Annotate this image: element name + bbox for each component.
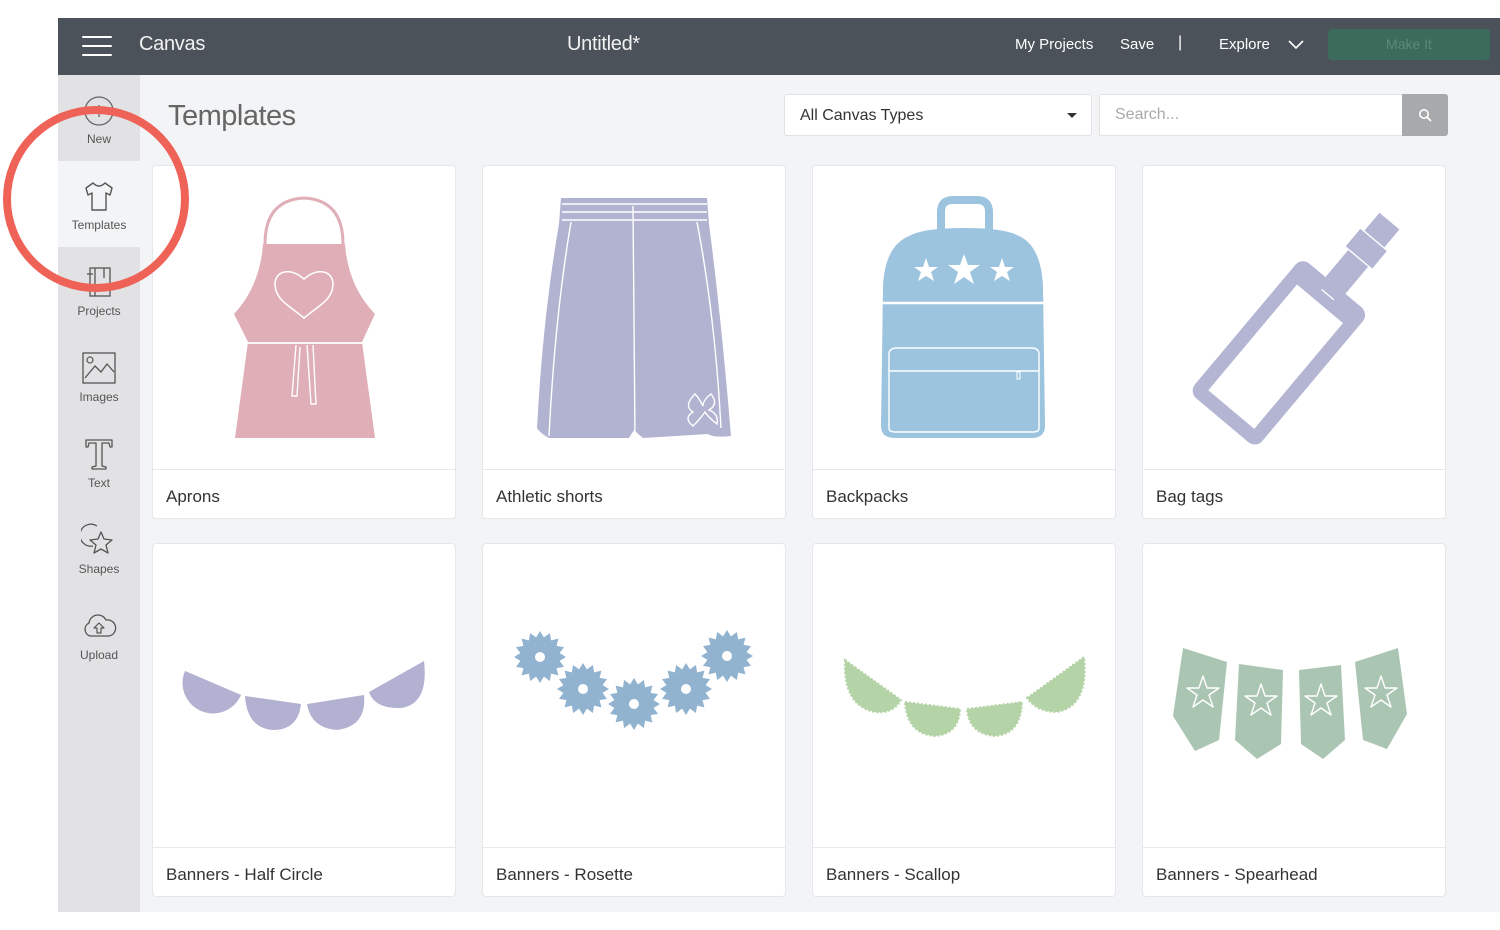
search-button[interactable] <box>1402 94 1448 136</box>
caret-down-icon <box>1067 113 1077 118</box>
shapes-icon <box>81 523 113 554</box>
app-window: Canvas Untitled* My Projects Save | Expl… <box>58 18 1500 912</box>
backpack-icon <box>881 196 1045 438</box>
search-icon <box>1419 109 1432 122</box>
template-card-banners-rosette[interactable]: Banners - Rosette <box>482 543 786 897</box>
apron-icon <box>234 196 375 438</box>
sidebar-item-text[interactable]: Text <box>58 419 140 505</box>
rosette-hole <box>681 684 691 694</box>
rosette-hole <box>535 652 545 662</box>
explore-menu[interactable]: Explore <box>1219 36 1270 53</box>
template-label: Banners - Half Circle <box>166 865 323 884</box>
template-card-banners-half-circle[interactable]: Banners - Half Circle <box>152 543 456 897</box>
app-name: Canvas <box>139 33 206 55</box>
left-sidebar: New Templates Projects Images Text Shape… <box>58 75 140 912</box>
search-input[interactable] <box>1099 94 1402 136</box>
template-label: Bag tags <box>1156 487 1224 506</box>
template-label: Athletic shorts <box>496 487 603 506</box>
hamburger-menu-icon[interactable] <box>82 36 112 56</box>
cloud-upload-icon <box>84 614 117 637</box>
my-projects-link[interactable]: My Projects <box>1015 36 1093 53</box>
sidebar-item-new[interactable]: New <box>58 75 140 161</box>
sidebar-item-shapes[interactable]: Shapes <box>58 505 140 591</box>
sidebar-label: Images <box>79 390 119 404</box>
sidebar-label: Projects <box>77 304 121 318</box>
plus-circle-icon <box>84 96 114 126</box>
sidebar-item-upload[interactable]: Upload <box>58 591 140 677</box>
template-label: Backpacks <box>826 487 909 506</box>
sidebar-label: Text <box>87 476 110 490</box>
rosette-hole <box>722 651 732 661</box>
sidebar-label: Templates <box>71 218 127 232</box>
canvas-type-dropdown[interactable]: All Canvas Types <box>784 94 1092 136</box>
template-card-banners-scallop[interactable]: Banners - Scallop <box>812 543 1116 897</box>
text-t-icon <box>85 439 113 470</box>
nav-separator: | <box>1178 34 1183 51</box>
scallop-banner-icon <box>843 655 1086 738</box>
save-button[interactable]: Save <box>1120 36 1154 53</box>
sidebar-label: New <box>86 132 111 146</box>
rosette-banner-icon <box>514 630 753 730</box>
spearhead-banner-icon <box>1173 648 1407 759</box>
chevron-down-icon[interactable] <box>1288 38 1304 50</box>
top-bar: Canvas Untitled* My Projects Save | Expl… <box>58 18 1500 75</box>
sidebar-item-templates[interactable]: Templates <box>58 161 140 247</box>
sidebar-label: Shapes <box>78 562 120 576</box>
bag-tag-icon <box>1192 212 1400 445</box>
template-card-backpacks[interactable]: Backpacks <box>812 165 1116 519</box>
rosette-hole <box>629 699 639 709</box>
shorts-icon <box>537 198 731 439</box>
document-title: Untitled* <box>567 33 640 55</box>
image-icon <box>82 352 116 384</box>
template-card-banners-spearhead[interactable]: Banners - Spearhead <box>1142 543 1446 897</box>
template-card-bag-tags[interactable]: Bag tags <box>1142 165 1446 519</box>
sidebar-item-projects[interactable]: Projects <box>58 247 140 333</box>
half-circle-banner-icon <box>182 661 425 730</box>
sidebar-label: Upload <box>79 648 119 662</box>
rosette-hole <box>578 684 588 694</box>
page-title: Templates <box>168 100 296 132</box>
projects-icon <box>87 267 111 297</box>
template-label: Banners - Scallop <box>826 865 961 884</box>
sidebar-item-images[interactable]: Images <box>58 333 140 419</box>
template-label: Banners - Spearhead <box>1156 865 1318 884</box>
template-label: Aprons <box>166 487 220 506</box>
canvas-type-selected: All Canvas Types <box>800 107 924 124</box>
template-card-aprons[interactable]: Aprons <box>152 165 456 519</box>
tshirt-icon <box>85 182 113 211</box>
template-label: Banners - Rosette <box>496 865 634 884</box>
make-it-button[interactable]: Make It <box>1328 29 1490 60</box>
template-card-athletic-shorts[interactable]: Athletic shorts <box>482 165 786 519</box>
